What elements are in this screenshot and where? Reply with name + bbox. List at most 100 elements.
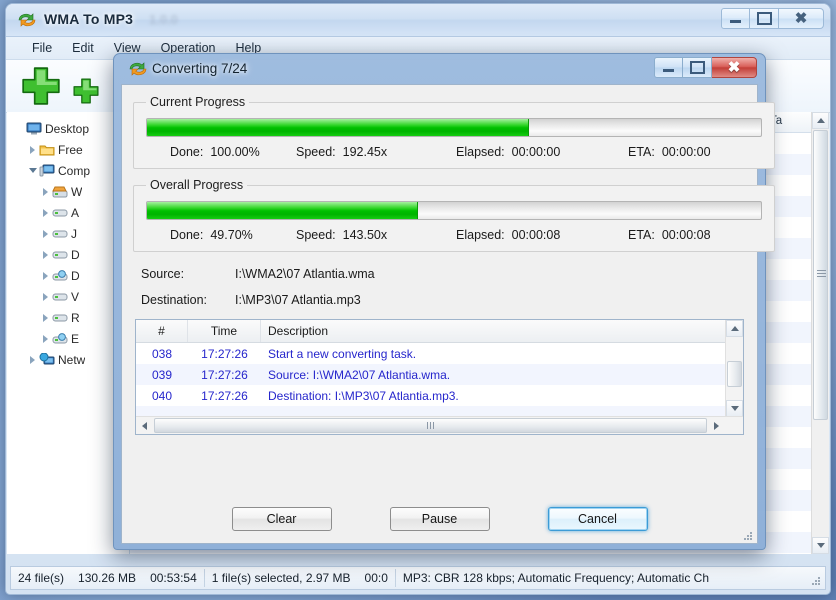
destination-row: Destination: I:\MP3\07 Atlantia.mp3	[133, 287, 746, 313]
chevron-up-icon	[816, 118, 825, 123]
status-bar: 24 file(s) 130.26 MB 00:53:54 1 file(s) …	[10, 566, 826, 590]
chevron-left-icon	[142, 421, 147, 430]
log-column-number[interactable]: #	[136, 320, 188, 342]
log-row-number: 039	[151, 367, 173, 382]
tree-item-drive-r[interactable]: R	[13, 307, 129, 328]
menu-item-file[interactable]: File	[22, 39, 62, 57]
log-row-time: 17:27:26	[201, 346, 248, 361]
tree-expander[interactable]	[26, 168, 39, 173]
network-drive-icon	[52, 332, 68, 343]
source-value: I:\WMA2\07 Atlantia.wma	[235, 267, 375, 281]
dialog-resize-grip-icon[interactable]	[742, 530, 753, 541]
tree-item-drive-d[interactable]: D	[13, 244, 129, 265]
cancel-button[interactable]: Cancel	[547, 507, 648, 531]
current-elapsed-label: Elapsed:	[456, 145, 505, 159]
log-column-time[interactable]: Time	[188, 320, 261, 342]
scroll-up-button[interactable]	[812, 112, 829, 129]
log-row[interactable]: 038 17:27:26 Start a new converting task…	[136, 343, 743, 364]
tree-item-desktop[interactable]: Desktop	[13, 118, 129, 139]
overall-speed: Speed: 143.50x	[296, 228, 456, 242]
file-list-scrollbar[interactable]	[811, 112, 829, 554]
log-column-description[interactable]: Description	[261, 320, 743, 342]
log-row-number: 038	[151, 346, 173, 361]
log-row[interactable]: 040 17:27:26 Destination: I:\MP3\07 Atla…	[136, 385, 743, 406]
overall-done-value: 49.70%	[210, 228, 253, 242]
log-scroll-up-button[interactable]	[726, 320, 743, 337]
tree-item-computer[interactable]: Comp	[13, 160, 129, 181]
tree-item-label: R	[71, 310, 80, 325]
dialog-titlebar[interactable]: Converting 7/24 ✖	[121, 54, 758, 84]
log-hscrollbar-thumb[interactable]	[154, 418, 707, 433]
log-vertical-scrollbar[interactable]	[725, 320, 743, 417]
resize-grip-icon[interactable]	[810, 575, 822, 587]
current-eta-label: ETA:	[628, 145, 655, 159]
current-progress-legend: Current Progress	[150, 95, 246, 109]
tree-expander[interactable]	[39, 250, 52, 259]
log-header: # Time Description	[136, 320, 743, 343]
tree-item-network-drive-d[interactable]: D	[13, 265, 129, 286]
dialog-close-button[interactable]: ✖	[712, 57, 757, 78]
clear-button[interactable]: Clear	[231, 507, 332, 531]
main-window-titlebar[interactable]: WMA To MP3 1.0.0 ✖	[6, 4, 830, 37]
tree-expander[interactable]	[39, 187, 52, 196]
current-eta: ETA: 00:00:00	[628, 145, 758, 159]
log-scroll-down-button[interactable]	[726, 400, 743, 417]
destination-value: I:\MP3\07 Atlantia.mp3	[235, 293, 361, 307]
chevron-up-icon	[730, 326, 739, 331]
tree-item-network[interactable]: Netw	[13, 349, 129, 370]
tree-item-drive-a[interactable]: A	[13, 202, 129, 223]
overall-eta-label: ETA:	[628, 228, 655, 242]
log-scroll-left-button[interactable]	[136, 417, 153, 434]
dialog-maximize-button[interactable]	[683, 57, 712, 78]
source-row: Source: I:\WMA2\07 Atlantia.wma	[133, 261, 746, 287]
tree-item-network-drive-e[interactable]: E	[13, 328, 129, 349]
overall-progress-bar	[146, 201, 762, 220]
tree-expander[interactable]	[39, 313, 52, 322]
current-elapsed-value: 00:00:00	[511, 145, 561, 159]
tree-item-label: Desktop	[45, 121, 90, 136]
maximize-icon	[756, 12, 772, 25]
tree-expander[interactable]	[39, 229, 52, 238]
tree-expander[interactable]	[39, 208, 52, 217]
scroll-down-button[interactable]	[812, 537, 829, 554]
maximize-icon	[689, 61, 705, 74]
maximize-button[interactable]	[750, 8, 779, 29]
scrollbar-thumb[interactable]	[813, 130, 828, 420]
log-list[interactable]: # Time Description 038 17:27:26 Start a …	[135, 319, 744, 435]
close-icon: ✖	[794, 10, 808, 27]
menu-item-edit[interactable]: Edit	[62, 39, 104, 57]
tree-expander[interactable]	[39, 271, 52, 280]
log-row[interactable]: 039 17:27:26 Source: I:\WMA2\07 Atlantia…	[136, 364, 743, 385]
overall-speed-label: Speed:	[296, 228, 336, 242]
status-total-duration: 00:53:54	[150, 571, 197, 585]
pause-button[interactable]: Pause	[389, 507, 490, 531]
dialog-minimize-button[interactable]	[654, 57, 683, 78]
drive-icon	[52, 230, 68, 237]
tree-expander[interactable]	[26, 355, 39, 364]
tree-expander[interactable]	[39, 292, 52, 301]
tree-expander[interactable]	[39, 334, 52, 343]
log-row-time: 17:27:26	[201, 367, 248, 382]
log-row-number: 040	[151, 388, 173, 403]
computer-icon	[39, 164, 55, 176]
status-selection-duration: 00:0	[364, 571, 388, 585]
tree-item-drive-w[interactable]: W	[13, 181, 129, 202]
log-horizontal-scrollbar[interactable]	[136, 416, 743, 434]
close-button[interactable]: ✖	[779, 8, 824, 29]
log-scrollbar-thumb[interactable]	[727, 361, 742, 387]
folder-tree[interactable]: Desktop Free Comp W A J D D V R E Netw	[7, 112, 130, 554]
tree-item-drive-j[interactable]: J	[13, 223, 129, 244]
main-window-version: 1.0.0	[149, 12, 178, 27]
network-drive-icon	[52, 269, 68, 280]
tree-item-drive-v[interactable]: V	[13, 286, 129, 307]
minimize-button[interactable]	[721, 8, 750, 29]
log-scroll-right-button[interactable]	[708, 417, 725, 434]
overall-progress-legend: Overall Progress	[150, 178, 244, 192]
local-disk-icon	[52, 186, 68, 197]
tree-item-free[interactable]: Free	[13, 139, 129, 160]
tree-expander[interactable]	[26, 145, 39, 154]
add-folder-button[interactable]	[72, 77, 100, 105]
add-files-button[interactable]	[20, 65, 62, 107]
dialog-client-area: Current Progress Done: 100.00% Speed: 19…	[121, 84, 775, 544]
convert-arrows-icon	[129, 62, 147, 76]
